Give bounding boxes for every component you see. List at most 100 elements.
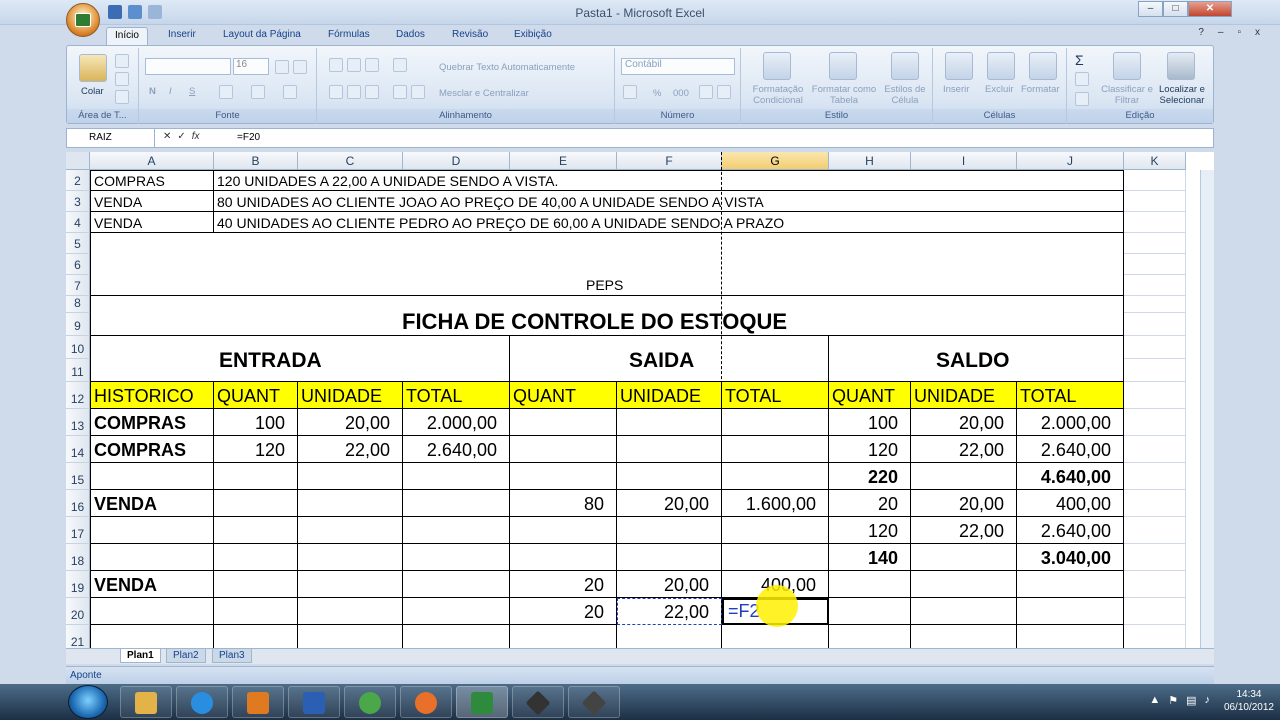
row-header-17[interactable]: 17 <box>66 517 90 544</box>
format-cells-button[interactable]: Formatar <box>1021 84 1060 95</box>
table-cell[interactable]: 1.600,00 <box>722 490 829 517</box>
row-header-19[interactable]: 19 <box>66 571 90 598</box>
format-painter-icon[interactable] <box>115 90 129 104</box>
tab-revisao[interactable]: Revisão <box>444 27 496 42</box>
sort-filter-icon[interactable] <box>1113 52 1141 80</box>
table-cell[interactable] <box>298 463 403 490</box>
name-box[interactable]: RAIZ <box>67 129 155 147</box>
grid-cell[interactable] <box>1124 212 1186 233</box>
tab-exibicao[interactable]: Exibição <box>506 27 560 42</box>
taskbar-ie[interactable] <box>176 686 228 718</box>
help-icon[interactable]: ? <box>1198 27 1204 38</box>
table-cell[interactable]: 2.640,00 <box>1017 517 1124 544</box>
table-cell[interactable]: 20 <box>829 490 911 517</box>
table-cell[interactable] <box>403 598 510 625</box>
table-cell[interactable] <box>90 517 214 544</box>
table-cell[interactable]: 2.640,00 <box>403 436 510 463</box>
table-cell[interactable] <box>722 436 829 463</box>
number-format-select[interactable]: Contábil <box>621 58 735 75</box>
grid-cell[interactable] <box>1124 191 1186 212</box>
column-header-e[interactable]: E <box>510 152 617 170</box>
format-table-button[interactable]: Formatar como Tabela <box>811 84 877 106</box>
volume-icon[interactable]: ♪ <box>1205 694 1211 707</box>
row-header-20[interactable]: 20 <box>66 598 90 625</box>
table-cell[interactable] <box>403 544 510 571</box>
table-cell[interactable] <box>214 544 298 571</box>
table-cell[interactable] <box>510 544 617 571</box>
clock[interactable]: 14:34 06/10/2012 <box>1224 688 1274 714</box>
taskbar-explorer[interactable] <box>120 686 172 718</box>
table-cell[interactable] <box>214 490 298 517</box>
table-cell[interactable] <box>722 517 829 544</box>
row-header-14[interactable]: 14 <box>66 436 90 463</box>
column-header-c[interactable]: C <box>298 152 403 170</box>
column-header-f[interactable]: F <box>617 152 722 170</box>
find-select-icon[interactable] <box>1167 52 1195 80</box>
column-header-i[interactable]: I <box>911 152 1017 170</box>
table-cell[interactable]: 22,00 <box>911 517 1017 544</box>
table-cell[interactable] <box>214 598 298 625</box>
table-cell[interactable] <box>617 625 722 648</box>
formula-input[interactable]: =F20 <box>237 132 260 143</box>
description-type-cell[interactable]: VENDA <box>90 212 214 233</box>
table-cell[interactable]: 22,00 <box>911 436 1017 463</box>
conditional-format-button[interactable]: Formatação Condicional <box>745 84 811 106</box>
column-header-b[interactable]: B <box>214 152 298 170</box>
grid-cell[interactable] <box>1124 490 1186 517</box>
table-cell[interactable] <box>403 625 510 648</box>
column-header-a[interactable]: A <box>90 152 214 170</box>
sheet-tab-plan2[interactable]: Plan2 <box>166 649 206 663</box>
grid-cell[interactable] <box>1124 625 1186 648</box>
shrink-font-icon[interactable] <box>293 60 307 74</box>
grid-cell[interactable] <box>1124 436 1186 463</box>
increase-decimal-icon[interactable] <box>699 85 713 99</box>
column-header-j[interactable]: J <box>1017 152 1124 170</box>
grid-cell[interactable] <box>1124 544 1186 571</box>
table-cell[interactable] <box>90 544 214 571</box>
minimize-button[interactable]: – <box>1138 1 1163 17</box>
table-cell[interactable]: 20,00 <box>911 409 1017 436</box>
tab-formulas[interactable]: Fórmulas <box>320 27 378 42</box>
fill-icon[interactable] <box>1075 72 1089 86</box>
table-header-cell[interactable]: QUANT <box>829 382 911 409</box>
maximize-button[interactable]: □ <box>1163 1 1188 17</box>
fill-color-icon[interactable] <box>251 85 265 99</box>
table-cell[interactable] <box>90 625 214 648</box>
table-cell[interactable]: COMPRAS <box>90 409 214 436</box>
grid-cell[interactable] <box>1124 598 1186 625</box>
table-cell[interactable] <box>298 598 403 625</box>
table-header-cell[interactable]: TOTAL <box>403 382 510 409</box>
table-cell[interactable]: 2.000,00 <box>1017 409 1124 436</box>
table-cell[interactable] <box>722 625 829 648</box>
table-cell[interactable] <box>617 544 722 571</box>
column-header-k[interactable]: K <box>1124 152 1186 170</box>
grid-cell[interactable] <box>1124 336 1186 359</box>
table-header-cell[interactable]: TOTAL <box>722 382 829 409</box>
insert-function-icon[interactable]: fx <box>192 131 200 142</box>
table-cell[interactable] <box>617 436 722 463</box>
table-cell[interactable]: 220 <box>829 463 911 490</box>
table-cell[interactable] <box>911 544 1017 571</box>
taskbar-messenger[interactable] <box>344 686 396 718</box>
table-cell[interactable]: 400,00 <box>1017 490 1124 517</box>
table-header-cell[interactable]: HISTORICO <box>90 382 214 409</box>
table-cell[interactable]: 100 <box>829 409 911 436</box>
table-cell[interactable] <box>403 463 510 490</box>
grid-cell[interactable] <box>1124 359 1186 382</box>
row-header-7[interactable]: 7 <box>66 275 90 296</box>
tray-arrow-icon[interactable]: ▲ <box>1149 694 1160 707</box>
table-cell[interactable] <box>214 517 298 544</box>
cut-icon[interactable] <box>115 54 129 68</box>
worksheet-grid[interactable]: A B C D E F G H I J K 2 3 4 5 6 7 8 9 10 11 12 13 14 15 16 17 18 19 2… <box>66 152 1214 648</box>
column-header-d[interactable]: D <box>403 152 510 170</box>
table-cell[interactable] <box>510 625 617 648</box>
table-cell[interactable] <box>722 544 829 571</box>
description-type-cell[interactable]: COMPRAS <box>90 170 214 191</box>
table-header-cell[interactable]: TOTAL <box>1017 382 1124 409</box>
table-cell[interactable]: 2.640,00 <box>1017 436 1124 463</box>
table-cell[interactable] <box>722 463 829 490</box>
table-cell[interactable]: 20,00 <box>298 409 403 436</box>
underline-button[interactable]: S <box>189 86 195 97</box>
row-header-16[interactable]: 16 <box>66 490 90 517</box>
font-color-icon[interactable] <box>283 85 297 99</box>
